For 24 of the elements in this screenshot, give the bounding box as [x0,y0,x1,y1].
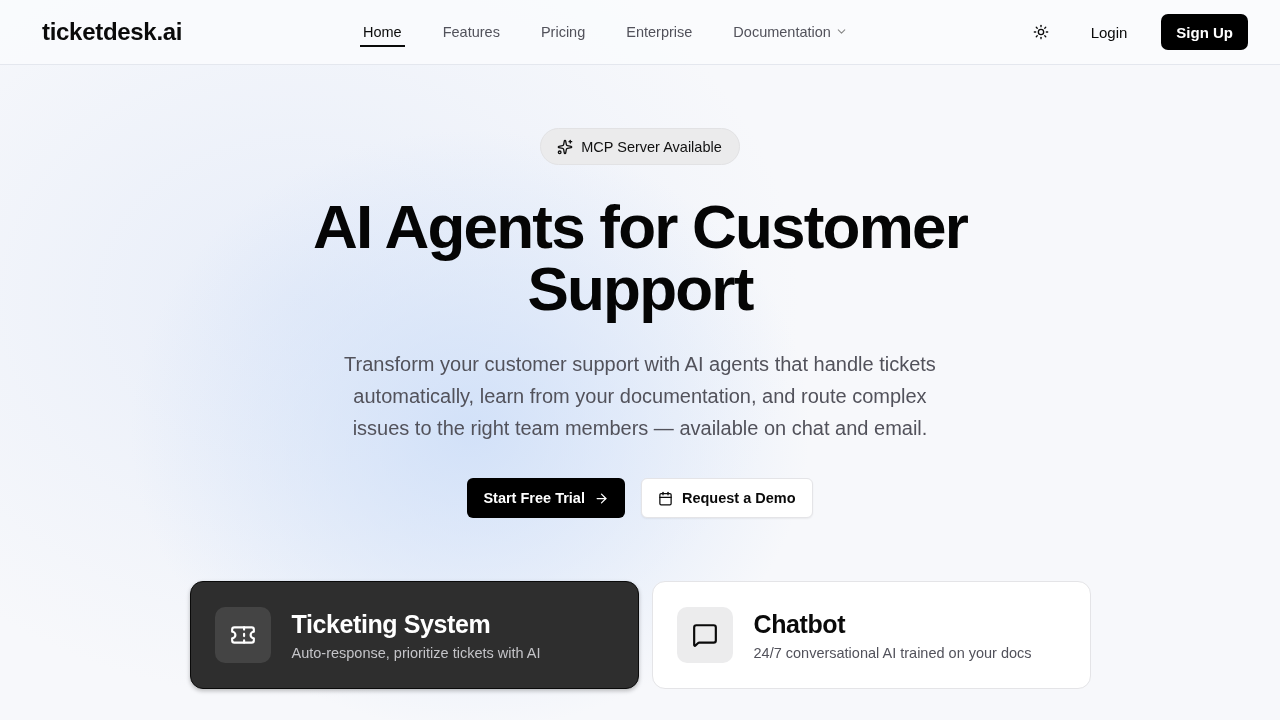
login-button[interactable]: Login [1088,15,1130,49]
request-demo-button[interactable]: Request a Demo [640,478,813,518]
logo[interactable]: ticketdesk.ai [42,18,183,46]
nav-link[interactable]: Documentation [730,17,851,47]
product-card[interactable]: Ticketing System Auto-response, prioritize tickets with AI [189,581,639,689]
nav-link[interactable]: Home [360,17,405,47]
start-trial-button[interactable]: Start Free Trial [467,478,625,518]
product-card[interactable]: Chatbot 24/7 conversational AI trained on your docs [651,581,1091,689]
badge-text: MCP Server Available [581,138,722,155]
card-title: Ticketing System [291,609,492,639]
calendar-icon [657,490,673,506]
card-description: Auto-response, prioritize tickets with AI [291,644,541,661]
sparkles-icon [557,138,574,155]
sun-icon [1032,24,1049,40]
sign-up-button[interactable]: Sign Up [1161,14,1248,50]
nav-link[interactable]: Pricing [537,17,589,47]
nav-link[interactable]: Enterprise [623,17,696,47]
card-title: Chatbot [753,609,847,639]
announcement-badge[interactable]: MCP Server Available [540,128,740,165]
nav-link[interactable]: Features [439,17,503,47]
hero-subtitle: Transform your customer support with AI agents that handle tickets automatically, learn from your documentation, and route complex issues to the right team members — available on chat and email. [343,352,937,441]
card-description: 24/7 conversational AI trained on your docs [753,644,1032,661]
chat-bubble-icon [691,622,718,648]
arrow-right-icon [593,490,609,506]
